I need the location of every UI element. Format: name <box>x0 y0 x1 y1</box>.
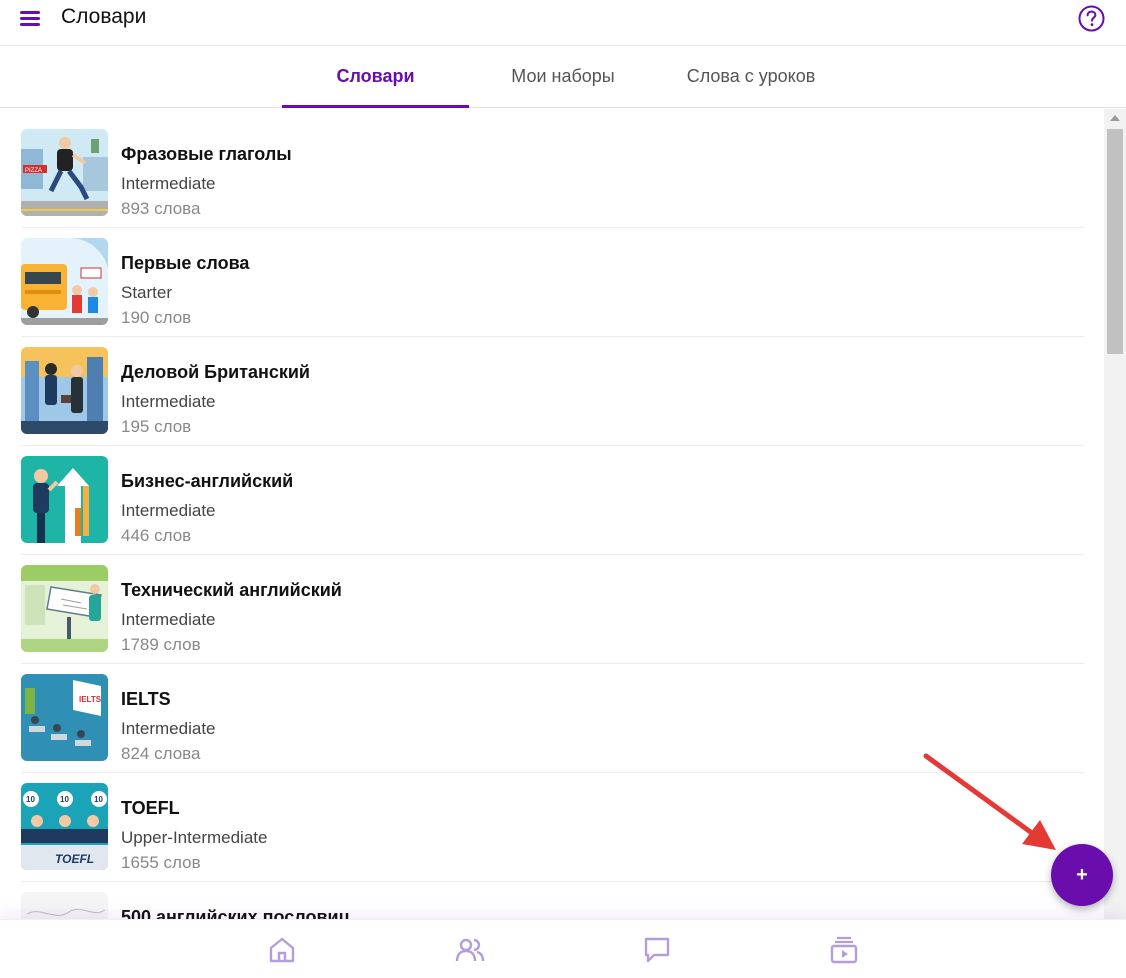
dictionary-word-count: 446 слов <box>121 526 192 545</box>
list-item-technical-english[interactable]: Технический английский Intermediate 1789… <box>21 555 1084 664</box>
list-item-first-words[interactable]: Первые слова Starter 190 слов <box>21 228 1084 337</box>
list-item-phrasal-verbs[interactable]: PIZZA Фразовые глаголы Intermediate 893 … <box>21 119 1084 228</box>
list-item-toefl[interactable]: 10 10 10 TOEFL TOEFL Upper-Intermediate … <box>21 773 1084 882</box>
dictionary-word-count: 190 слов <box>121 308 192 327</box>
add-dictionary-button[interactable]: + <box>1051 844 1113 906</box>
dictionary-title: Технический английский <box>121 580 342 600</box>
users-icon[interactable] <box>455 935 485 965</box>
thumbnail-toefl-judges-image: 10 10 10 TOEFL <box>21 783 108 870</box>
dictionary-word-count: 1655 слов <box>121 853 201 872</box>
thumbnail-drafting-table-image <box>21 565 108 652</box>
dictionary-title: Бизнес-английский <box>121 471 294 491</box>
dictionary-title: 500 английских пословиц <box>121 907 350 919</box>
dictionary-word-count: 893 слова <box>121 199 201 218</box>
dictionary-word-count: 195 слов <box>121 417 192 436</box>
dictionary-title: Первые слова <box>121 253 250 273</box>
list-item-business-british[interactable]: Деловой Британский Intermediate 195 слов <box>21 337 1084 446</box>
list-item-proverbs[interactable]: 500 английских пословиц <box>21 882 1084 919</box>
thumb-ielts-board: IELTS <box>79 695 102 704</box>
help-circle-icon[interactable] <box>1078 5 1105 32</box>
dictionary-level: Intermediate <box>121 610 216 629</box>
bottom-navigation <box>0 919 1126 978</box>
dictionary-level: Intermediate <box>121 392 216 411</box>
thumb-pizza-sign: PIZZA <box>25 168 42 174</box>
dictionary-level: Intermediate <box>121 719 216 738</box>
dictionary-word-count: 1789 слов <box>121 635 201 654</box>
dictionary-title: Деловой Британский <box>121 362 310 382</box>
thumb-score-sign: 10 <box>94 795 103 804</box>
home-icon[interactable] <box>267 935 297 965</box>
list-item-business-english[interactable]: Бизнес-английский Intermediate 446 слов <box>21 446 1084 555</box>
dictionary-word-count: 824 слова <box>121 744 201 763</box>
dictionary-level: Starter <box>121 283 173 302</box>
dictionary-title: IELTS <box>121 689 171 709</box>
scrollbar-thumb[interactable] <box>1107 129 1123 354</box>
dictionary-level: Intermediate <box>121 501 216 520</box>
thumb-score-sign: 10 <box>60 795 69 804</box>
dictionary-list: PIZZA Фразовые глаголы Intermediate 893 … <box>0 109 1104 919</box>
dictionary-title: Фразовые глаголы <box>121 144 292 164</box>
tab-dictionaries[interactable]: Словари <box>282 46 469 108</box>
thumbnail-proverbs-sketch-image <box>21 892 108 919</box>
thumbnail-business-people-image <box>21 347 108 434</box>
list-item-ielts[interactable]: IELTS IELTS Intermediate 824 слова <box>21 664 1084 773</box>
thumbnail-runner-image: PIZZA <box>21 129 108 216</box>
chat-icon[interactable] <box>642 935 672 965</box>
tab-my-sets[interactable]: Мои наборы <box>469 46 657 108</box>
scroll-up-arrow-icon[interactable] <box>1110 115 1120 121</box>
thumbnail-ielts-classroom-image: IELTS <box>21 674 108 761</box>
tab-bar: Словари Мои наборы Слова с уроков <box>0 46 1126 108</box>
hamburger-menu-icon[interactable] <box>20 9 42 27</box>
app-bar: Словари <box>0 0 1126 46</box>
video-library-icon[interactable] <box>829 935 859 965</box>
thumbnail-growth-chart-image <box>21 456 108 543</box>
tab-lesson-words[interactable]: Слова с уроков <box>657 46 845 108</box>
dictionary-level: Intermediate <box>121 174 216 193</box>
dictionary-title: TOEFL <box>121 798 180 818</box>
dictionary-level: Upper-Intermediate <box>121 828 268 847</box>
page-title: Словари <box>61 5 147 28</box>
thumb-score-sign: 10 <box>26 795 35 804</box>
thumbnail-school-bus-image <box>21 238 108 325</box>
list-scrollbar[interactable] <box>1104 109 1126 919</box>
thumb-toefl-label: TOEFL <box>55 852 94 866</box>
